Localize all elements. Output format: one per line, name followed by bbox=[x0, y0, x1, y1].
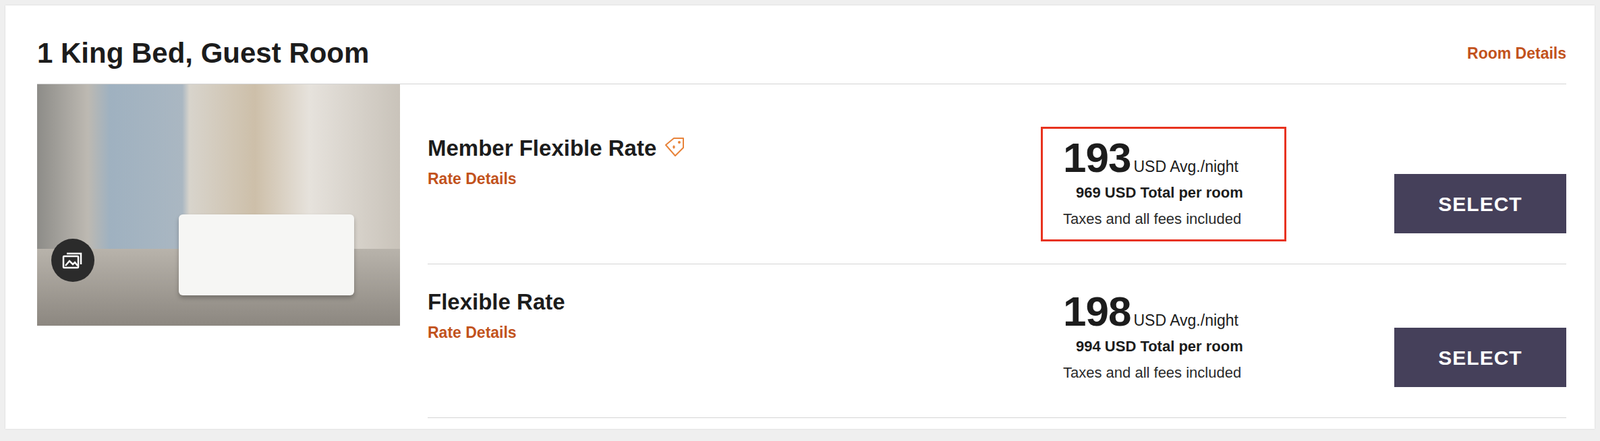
rate-row: Flexible Rate Rate Details 198USD Avg./nig… bbox=[427, 264, 1567, 419]
room-header: 1 King Bed, Guest Room Room Details bbox=[37, 5, 1567, 85]
room-photo[interactable] bbox=[37, 84, 400, 326]
select-button[interactable]: SELECT bbox=[1394, 174, 1567, 234]
tax-note: Taxes and all fees included bbox=[1063, 361, 1275, 384]
total-price: 969 USD Total per room bbox=[1075, 181, 1275, 204]
select-area: SELECT bbox=[1394, 327, 1567, 388]
room-title: 1 King Bed, Guest Room bbox=[37, 36, 369, 71]
rate-name: Flexible Rate bbox=[427, 289, 566, 315]
rate-name-line: Member Flexible Rate bbox=[427, 134, 1041, 162]
gallery-icon[interactable] bbox=[51, 238, 95, 282]
rate-details-link[interactable]: Rate Details bbox=[427, 167, 517, 191]
rate-name-line: Flexible Rate bbox=[427, 288, 1041, 316]
select-button[interactable]: SELECT bbox=[1394, 327, 1567, 388]
nightly-price: 193 bbox=[1063, 134, 1131, 181]
rate-details-link[interactable]: Rate Details bbox=[427, 321, 517, 345]
rate-info: Flexible Rate Rate Details bbox=[427, 288, 1041, 345]
room-details-link[interactable]: Room Details bbox=[1467, 41, 1567, 66]
total-price: 994 USD Total per room bbox=[1075, 335, 1275, 358]
price-box: 198USD Avg./night994 USD Total per roomT… bbox=[1040, 280, 1287, 396]
room-card: 1 King Bed, Guest Room Room Details Memb… bbox=[5, 5, 1595, 430]
nightly-line: 198USD Avg./night bbox=[1063, 289, 1275, 334]
select-area: SELECT bbox=[1394, 174, 1567, 234]
price-box: 193USD Avg./night969 USD Total per roomT… bbox=[1040, 126, 1287, 242]
nightly-price: 198 bbox=[1063, 288, 1131, 335]
room-body: Member Flexible RateRate Details193USD A… bbox=[37, 84, 1567, 419]
member-tag-icon bbox=[663, 135, 687, 159]
nightly-unit: USD Avg./night bbox=[1133, 311, 1239, 330]
rate-name: Member Flexible Rate bbox=[427, 135, 657, 161]
rate-row: Member Flexible Rate Rate Details 193USD A… bbox=[427, 84, 1567, 265]
nightly-line: 193USD Avg./night bbox=[1063, 135, 1275, 181]
tax-note: Taxes and all fees included bbox=[1063, 207, 1275, 231]
rate-info: Member Flexible Rate Rate Details bbox=[427, 134, 1041, 191]
nightly-unit: USD Avg./night bbox=[1133, 157, 1239, 176]
rate-list: Member Flexible RateRate Details193USD A… bbox=[427, 84, 1567, 419]
